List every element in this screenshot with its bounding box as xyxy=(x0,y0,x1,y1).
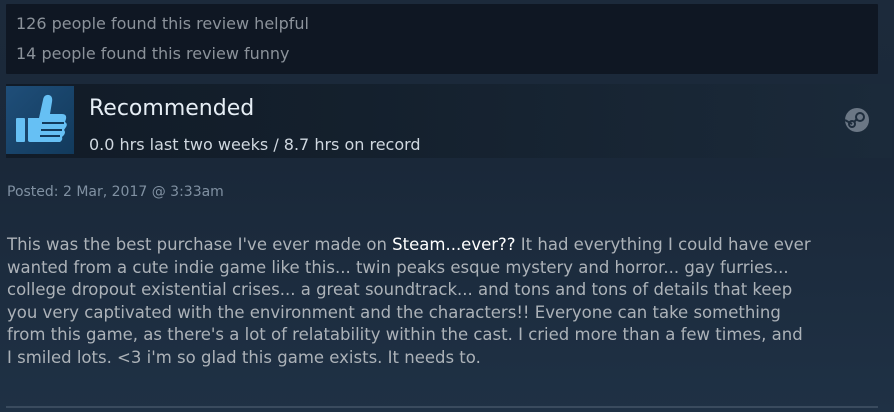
review-line-2: wanted from a cute indie game like this.… xyxy=(7,257,789,277)
funny-count: 14 people found this review funny xyxy=(16,44,290,63)
helpful-count: 126 people found this review helpful xyxy=(16,14,309,33)
review-page: 126 people found this review helpful 14 … xyxy=(0,0,894,412)
review-line-3: college dropout existential crises... a … xyxy=(7,280,793,299)
review-body: This was the best purchase I've ever mad… xyxy=(7,234,891,369)
recommendation-title: Recommended xyxy=(89,96,255,121)
divider xyxy=(6,406,878,408)
playtime-hours: 0.0 hrs last two weeks / 8.7 hrs on reco… xyxy=(89,135,421,154)
thumbs-up-icon xyxy=(6,86,74,154)
review-line-4: you very captivated with the environment… xyxy=(7,302,781,322)
posted-date: Posted: 2 Mar, 2017 @ 3:33am xyxy=(7,184,224,200)
helpful-summary: 126 people found this review helpful 14 … xyxy=(6,4,878,74)
review-line-5: from this game, as there's a lot of rela… xyxy=(7,325,803,344)
review-line-6: I smiled lots. <3 i'm so glad this game … xyxy=(7,347,481,367)
review-line-1: This was the best purchase I've ever mad… xyxy=(7,235,811,254)
steam-icon xyxy=(843,106,871,134)
steam-highlight: Steam...ever?? xyxy=(392,235,516,254)
